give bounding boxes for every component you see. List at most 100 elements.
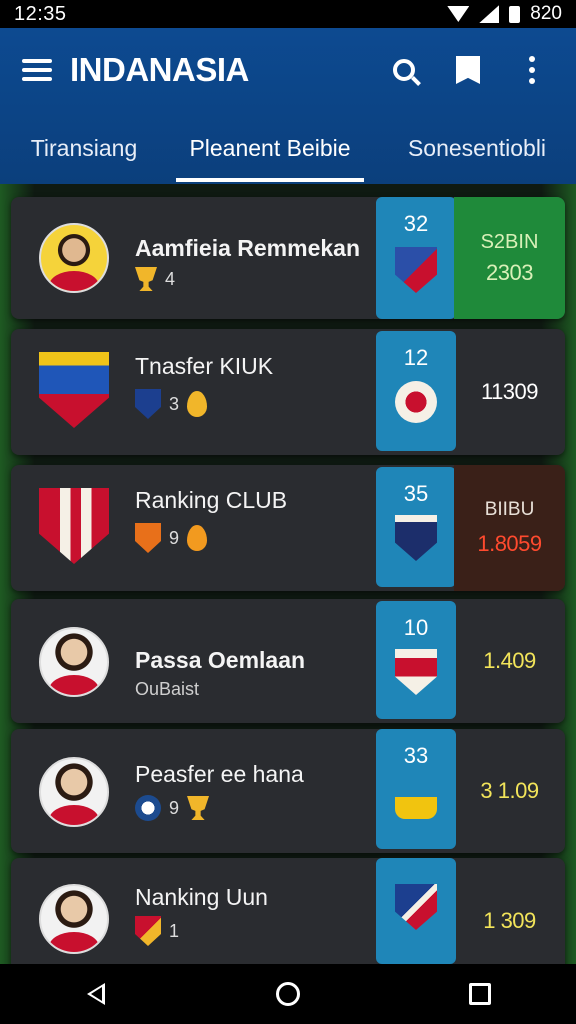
value-text: 11309 — [480, 379, 539, 404]
row-sub: 9 — [135, 523, 208, 553]
mini-crest-icon — [135, 523, 161, 553]
value-box: 1 309 — [454, 858, 565, 964]
row-thumb — [35, 487, 113, 565]
rank-badge-icon — [395, 884, 437, 930]
row-name: Aamfieia Remmekan — [135, 235, 360, 261]
row-thumb — [35, 219, 113, 297]
menu-icon[interactable] — [22, 59, 52, 81]
rank-box: 33 — [376, 729, 456, 849]
row-name: Passa Oemlaan — [135, 647, 306, 673]
back-button[interactable] — [66, 964, 126, 1024]
row-sub-text: 9 — [169, 797, 180, 818]
app-bar: INDANASIA Tiransiang Pleanent Beibie Son… — [0, 28, 576, 184]
battery-text: 820 — [530, 3, 562, 24]
row-sub: 1 — [135, 916, 179, 946]
row-name: Peasfer ee hana — [135, 761, 304, 787]
rank-number: 10 — [403, 615, 429, 640]
status-bar: 12:35 820 — [0, 0, 576, 28]
ranking-list: Aamfieia Remmekan 4 32 S2BIN 2303 Tnasfe… — [0, 184, 576, 964]
back-icon — [87, 983, 105, 1005]
status-time: 12:35 — [14, 2, 67, 25]
system-nav-bar — [0, 964, 576, 1024]
trophy-icon — [135, 267, 157, 291]
tab-tiransiang[interactable]: Tiransiang — [0, 112, 168, 184]
player-avatar-icon — [39, 627, 109, 697]
player-avatar-icon — [39, 757, 109, 827]
list-item[interactable]: Aamfieia Remmekan 4 32 S2BIN 2303 — [11, 197, 565, 319]
search-icon — [393, 59, 415, 81]
rank-number: 32 — [403, 211, 429, 236]
row-name: Tnasfer KIUK — [135, 353, 274, 379]
tab-indicator — [176, 178, 364, 182]
toolbar: INDANASIA — [0, 28, 576, 112]
rank-badge-icon — [395, 247, 437, 293]
list-item[interactable]: Nanking Uun 1 1 309 — [11, 858, 565, 964]
row-thumb — [35, 753, 113, 831]
rank-box: 10 — [376, 601, 456, 719]
value-text: 1.409 — [483, 648, 536, 673]
value-text: 1 309 — [483, 908, 536, 933]
recents-button[interactable] — [450, 964, 510, 1024]
rank-number: 33 — [403, 743, 429, 768]
value-label: BIIBU — [484, 499, 535, 520]
player-avatar-icon — [39, 223, 109, 293]
value-label: S2BIN — [480, 230, 539, 253]
row-sub: 3 — [135, 389, 208, 419]
rank-box: 35 — [376, 467, 456, 587]
more-vert-icon — [529, 56, 535, 84]
mini-crest-icon — [135, 916, 161, 946]
row-sub-text: 3 — [169, 393, 180, 414]
row-sub-text: 1 — [169, 920, 180, 941]
row-thumb — [35, 623, 113, 701]
more-options-button[interactable] — [510, 48, 554, 92]
rank-badge-icon — [395, 515, 437, 561]
tab-sonesentiobli[interactable]: Sonesentiobli — [378, 112, 576, 184]
app-title: INDANASIA — [70, 51, 249, 88]
search-button[interactable] — [382, 48, 426, 92]
tab-bar: Tiransiang Pleanent Beibie Sonesentiobli — [0, 112, 576, 184]
recents-icon — [469, 983, 491, 1005]
value-text: 1.8059 — [477, 531, 542, 556]
row-name: Nanking Uun — [135, 884, 268, 910]
flame-icon — [187, 525, 208, 551]
rank-box: 12 — [376, 331, 456, 451]
rank-badge-icon — [395, 649, 437, 695]
list-item[interactable]: Tnasfer KIUK 3 12 11309 — [11, 329, 565, 455]
battery-icon — [509, 5, 521, 23]
row-sub-text: 9 — [169, 527, 180, 548]
tab-pleanent-beibie[interactable]: Pleanent Beibie — [176, 112, 364, 184]
trophy-icon — [187, 796, 210, 820]
list-item[interactable]: Passa Oemlaan OuBaist 10 1.409 — [11, 599, 565, 723]
row-sub: OuBaist — [135, 679, 199, 700]
value-text: 2303 — [486, 259, 533, 285]
value-box: 3 1.09 — [454, 729, 565, 853]
value-box: S2BIN 2303 — [454, 197, 565, 319]
list-item[interactable]: Peasfer ee hana 9 33 3 1.09 — [11, 729, 565, 853]
home-icon — [276, 982, 300, 1006]
wifi-icon — [447, 6, 470, 22]
rank-number: 35 — [403, 481, 429, 506]
rank-badge-icon — [395, 381, 437, 423]
rank-box — [376, 858, 456, 964]
club-crest-icon — [39, 488, 109, 564]
rank-badge-icon — [395, 779, 437, 819]
value-box: 1.409 — [454, 599, 565, 723]
list-item[interactable]: Ranking CLUB 9 35 BIIBU 1.8059 — [11, 465, 565, 591]
mini-crest-icon — [135, 389, 161, 419]
row-thumb — [35, 351, 113, 429]
rank-box: 32 — [376, 197, 456, 319]
value-text: 3 1.09 — [480, 778, 539, 803]
bookmark-icon — [456, 56, 480, 84]
row-name: Ranking CLUB — [135, 487, 288, 513]
row-sub: 4 — [135, 267, 175, 291]
home-button[interactable] — [258, 964, 318, 1024]
bookmark-button[interactable] — [446, 48, 490, 92]
row-sub: 9 — [135, 795, 210, 821]
row-sub-text: OuBaist — [135, 679, 200, 699]
flame-icon — [187, 391, 208, 417]
value-box: BIIBU 1.8059 — [454, 465, 565, 591]
row-thumb — [35, 880, 113, 958]
rank-number: 12 — [403, 345, 429, 370]
club-crest-icon — [39, 352, 109, 428]
row-sub-text: 4 — [165, 268, 176, 289]
